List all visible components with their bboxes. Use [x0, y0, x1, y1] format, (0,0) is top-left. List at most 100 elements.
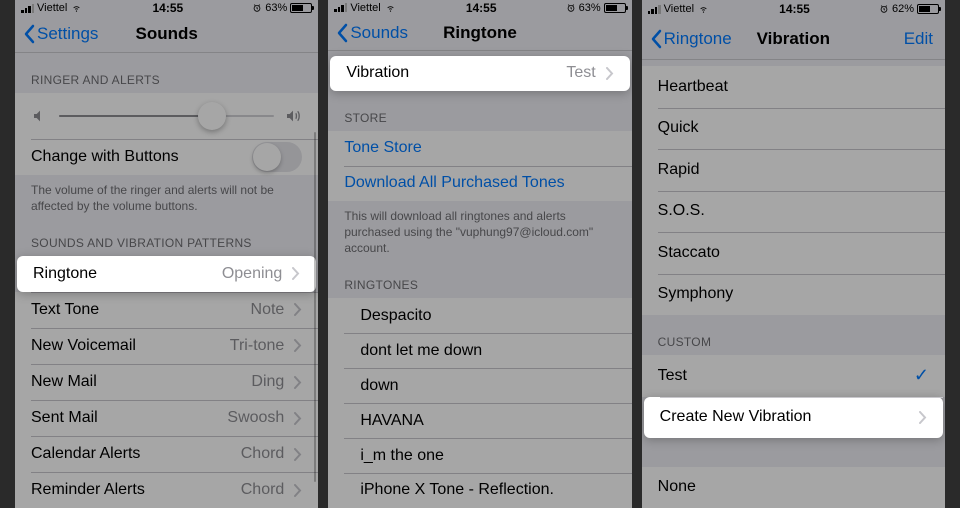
row-value: Swoosh: [227, 409, 284, 427]
battery-percent: 63%: [265, 2, 287, 14]
vibration-item[interactable]: S.O.S.: [642, 191, 945, 233]
ringtone-item[interactable]: HAVANA: [328, 403, 631, 438]
row-label: Calendar Alerts: [31, 445, 241, 463]
chevron-left-icon: [650, 29, 662, 49]
section-header-ringtones: RINGTONES: [328, 264, 631, 298]
toggle-switch[interactable]: [252, 142, 302, 172]
row-label: i_m the one: [344, 447, 615, 465]
row-value: Tri-tone: [230, 337, 285, 355]
custom-vibration-test[interactable]: Test ✓: [642, 355, 945, 397]
new-mail-row[interactable]: New Mail Ding: [15, 364, 318, 400]
section-header-store: STORE: [328, 91, 631, 131]
volume-slider[interactable]: [59, 115, 274, 117]
row-label: Test: [658, 367, 914, 385]
status-bar: Viettel 14:55 63%: [328, 0, 631, 16]
nav-bar: Settings Sounds: [15, 16, 318, 52]
download-all-row[interactable]: Download All Purchased Tones: [328, 166, 631, 201]
vibration-item[interactable]: Heartbeat: [642, 66, 945, 108]
row-label: Despacito: [344, 307, 615, 325]
row-label: New Voicemail: [31, 337, 230, 355]
check-icon: ✓: [914, 365, 929, 386]
none-row[interactable]: None: [642, 467, 945, 508]
row-label: Staccato: [658, 244, 929, 262]
text-tone-row[interactable]: Text Tone Note: [15, 292, 318, 328]
vibration-item[interactable]: Rapid: [642, 149, 945, 191]
tone-store-row[interactable]: Tone Store: [328, 131, 631, 166]
ringtone-item[interactable]: dont let me down: [328, 333, 631, 368]
screen-vibration: Viettel 14:55 62% Ringtone Vibration Edi…: [642, 0, 945, 508]
alarm-icon: [566, 3, 576, 13]
row-label: Heartbeat: [658, 78, 929, 96]
clock: 14:55: [779, 2, 810, 16]
back-label: Ringtone: [664, 29, 732, 49]
chevron-left-icon: [23, 24, 35, 44]
row-label: HAVANA: [344, 412, 615, 430]
create-new-vibration-row[interactable]: Create New Vibration: [644, 397, 943, 439]
row-label: dont let me down: [344, 342, 615, 360]
back-button[interactable]: Ringtone: [650, 29, 732, 49]
vibration-row[interactable]: Vibration Test: [330, 56, 629, 91]
carrier-label: Viettel: [37, 2, 67, 14]
change-with-buttons-row[interactable]: Change with Buttons: [15, 139, 318, 175]
carrier-label: Viettel: [664, 3, 694, 15]
edit-button[interactable]: Edit: [904, 29, 933, 49]
clock: 14:55: [466, 1, 497, 15]
back-label: Settings: [37, 24, 98, 44]
page-title: Vibration: [757, 29, 830, 49]
volume-slider-row: [15, 93, 318, 139]
back-button[interactable]: Settings: [23, 24, 98, 44]
chevron-right-icon: [606, 67, 614, 80]
reminder-row[interactable]: Reminder Alerts Chord: [15, 472, 318, 508]
alarm-icon: [252, 3, 262, 13]
speaker-low-icon: [31, 108, 49, 124]
row-label: S.O.S.: [658, 202, 929, 220]
ringtone-item[interactable]: iPhone X Tone - Reflection.: [328, 473, 631, 508]
nav-bar: Sounds Ringtone: [328, 16, 631, 51]
chevron-left-icon: [336, 23, 348, 43]
row-label: Quick: [658, 119, 929, 137]
back-label: Sounds: [350, 23, 408, 43]
chevron-right-icon: [919, 411, 927, 424]
row-value: Chord: [241, 481, 285, 499]
clock: 14:55: [152, 1, 183, 15]
voicemail-row[interactable]: New Voicemail Tri-tone: [15, 328, 318, 364]
row-label: Reminder Alerts: [31, 481, 241, 499]
ringtone-item[interactable]: down: [328, 368, 631, 403]
section-header-ringer: RINGER AND ALERTS: [15, 53, 318, 93]
status-bar: Viettel 14:55 63%: [15, 0, 318, 16]
battery-percent: 62%: [892, 3, 914, 15]
row-label: Vibration: [346, 64, 566, 82]
vibration-item[interactable]: Symphony: [642, 274, 945, 316]
nav-bar: Ringtone Vibration Edit: [642, 19, 945, 61]
page-title: Ringtone: [443, 23, 517, 43]
chevron-right-icon: [294, 303, 302, 316]
ringtone-row[interactable]: Ringtone Opening: [17, 256, 316, 292]
screen-ringtone: Viettel 14:55 63% Sounds Ringtone Vibrat…: [328, 0, 631, 508]
vibration-item[interactable]: Quick: [642, 108, 945, 150]
row-label: Sent Mail: [31, 409, 227, 427]
row-label: None: [658, 478, 929, 496]
row-label: Symphony: [658, 285, 929, 303]
section-header-custom: CUSTOM: [642, 315, 945, 355]
chevron-right-icon: [294, 339, 302, 352]
chevron-right-icon: [292, 267, 300, 280]
row-label: Tone Store: [344, 139, 615, 157]
row-label: Ringtone: [33, 265, 222, 283]
battery-icon: [290, 3, 312, 13]
row-label: Download All Purchased Tones: [344, 174, 615, 192]
calendar-row[interactable]: Calendar Alerts Chord: [15, 436, 318, 472]
ringtone-item[interactable]: Despacito: [328, 298, 631, 333]
signal-icon: [334, 3, 347, 12]
row-label: Change with Buttons: [31, 148, 252, 166]
row-value: Opening: [222, 265, 283, 283]
wifi-icon: [384, 3, 397, 13]
back-button[interactable]: Sounds: [336, 23, 408, 43]
row-value: Note: [251, 301, 285, 319]
ringtone-item[interactable]: i_m the one: [328, 438, 631, 473]
wifi-icon: [697, 4, 710, 14]
page-title: Sounds: [135, 24, 197, 44]
vibration-item[interactable]: Staccato: [642, 232, 945, 274]
chevron-right-icon: [294, 448, 302, 461]
carrier-label: Viettel: [350, 2, 380, 14]
sent-mail-row[interactable]: Sent Mail Swoosh: [15, 400, 318, 436]
